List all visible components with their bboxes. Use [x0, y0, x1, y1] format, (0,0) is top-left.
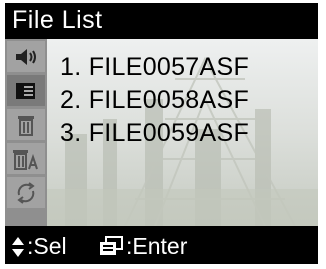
delete-all-icon: [13, 149, 38, 170]
sidebar-item-speaker[interactable]: [7, 41, 45, 72]
sidebar-item-repeat[interactable]: [7, 177, 45, 208]
screen-title: File List: [12, 6, 103, 34]
file-list-item[interactable]: 3. FILE0059ASF: [60, 117, 249, 150]
device-screen: File List 1. FILE0057ASF 2. FILE0058ASF …: [5, 3, 318, 264]
file-list-panel: 1. FILE0057ASF 2. FILE0058ASF 3. FILE005…: [5, 39, 318, 226]
delete-icon: [18, 115, 34, 136]
file-list-item[interactable]: 2. FILE0058ASF: [60, 84, 249, 117]
enter-icon: [100, 236, 123, 255]
speaker-icon: [16, 48, 36, 65]
sidebar-item-file-list[interactable]: [7, 75, 45, 106]
hint-bar: :Sel :Enter: [5, 228, 318, 264]
enter-hint-label: :Enter: [126, 233, 188, 259]
sidebar-item-delete-all[interactable]: [7, 143, 45, 174]
file-list: 1. FILE0057ASF 2. FILE0058ASF 3. FILE005…: [60, 51, 249, 150]
sidebar-item-delete[interactable]: [7, 109, 45, 140]
file-list-icon: [16, 82, 35, 99]
up-down-arrow-icon: [12, 237, 24, 257]
select-hint-label: :Sel: [27, 233, 67, 259]
file-list-item[interactable]: 1. FILE0057ASF: [60, 51, 249, 84]
repeat-icon: [17, 181, 35, 204]
sidebar: [5, 39, 47, 226]
